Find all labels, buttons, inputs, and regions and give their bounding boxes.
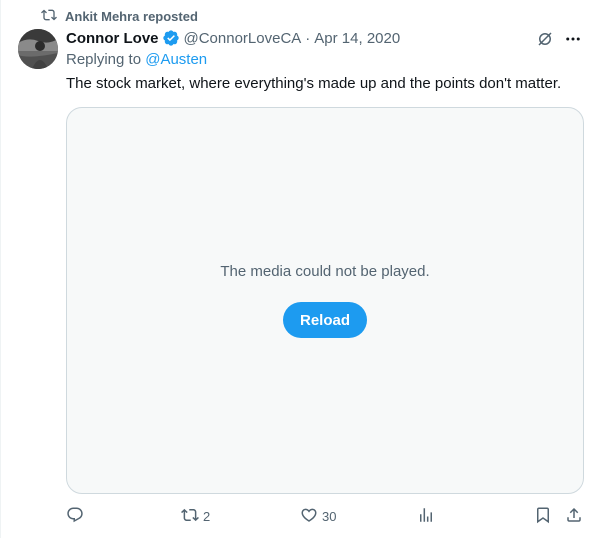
grok-icon[interactable] [535,29,555,49]
separator: · [305,29,311,47]
replying-to: Replying to @Austen [66,51,207,68]
tweet-date[interactable]: Apr 14, 2020 [314,30,400,47]
author-name[interactable]: Connor Love [66,30,159,47]
media-error-message: The media could not be played. [220,263,430,280]
repost-button[interactable]: 2 [181,505,210,527]
bookmark-icon [534,506,552,527]
top-actions [535,29,583,49]
mention-link[interactable]: @Austen [145,51,207,68]
repost-action-icon [181,506,199,527]
repost-icon [41,7,57,26]
tweet-card[interactable]: Ankit Mehra reposted Connor Love @Connor… [0,0,599,538]
verified-badge-icon [162,29,180,47]
avatar[interactable] [18,29,58,69]
reply-icon [66,506,84,527]
reply-button[interactable] [66,505,88,527]
repost-context: Ankit Mehra reposted [41,7,198,25]
reload-button[interactable]: Reload [283,302,367,338]
repost-label[interactable]: Ankit Mehra reposted [65,9,198,24]
bookmark-button[interactable] [534,505,552,527]
tweet-text: The stock market, where everything's mad… [66,75,562,92]
more-icon[interactable] [563,29,583,49]
views-icon [417,506,435,527]
like-button[interactable]: 30 [300,505,336,527]
media-container: The media could not be played. Reload [66,107,584,494]
share-button[interactable] [565,505,583,527]
like-count: 30 [322,508,337,524]
author-handle[interactable]: @ConnorLoveCA [184,30,302,47]
share-icon [565,506,583,527]
replying-prefix: Replying to [66,51,142,68]
heart-icon [300,506,318,527]
tweet-header: Connor Love @ConnorLoveCA · Apr 14, 2020 [66,28,400,48]
views-button[interactable] [417,505,439,527]
repost-count: 2 [203,508,211,524]
